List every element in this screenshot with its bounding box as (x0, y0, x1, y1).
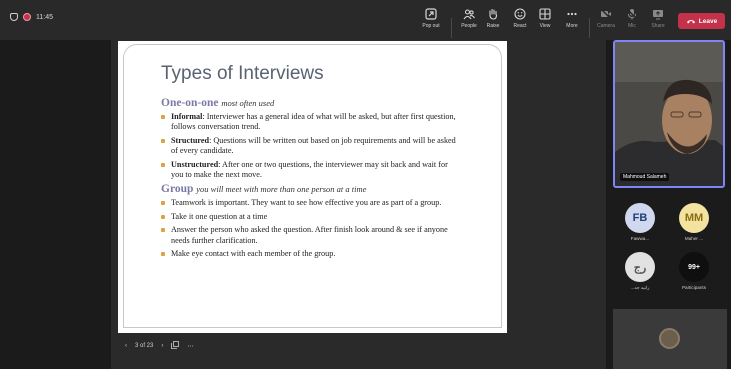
participants-label: Participants (681, 285, 706, 290)
leave-label: Leave (698, 17, 718, 25)
section-subtitle: most often used (221, 98, 275, 108)
leave-button[interactable]: Leave (678, 13, 725, 29)
item-text: : Interviewer has a general idea of what… (171, 112, 456, 132)
raise-hand-icon (489, 8, 498, 20)
list-item: Teamwork is important. They want to see … (161, 198, 461, 208)
self-view-tile[interactable] (613, 309, 727, 369)
more-options-button[interactable]: ⋯ (187, 343, 193, 350)
group-list: Teamwork is important. They want to see … (161, 198, 461, 259)
slide-overview-button[interactable] (171, 341, 180, 351)
smiley-icon (514, 8, 526, 20)
list-item: Make eye contact with each member of the… (161, 249, 461, 259)
pop-out-label: Pop out (422, 23, 440, 29)
participant-name: Maher ... (684, 236, 704, 241)
list-item: Answer the person who asked the question… (161, 225, 461, 246)
participant-tile[interactable]: رج ...رانيه جه (615, 252, 665, 291)
list-item: Take it one question at a time (161, 212, 461, 222)
slide-navigation: ‹ 3 of 23 › ⋯ (125, 341, 193, 351)
phone-hangup-icon (686, 20, 695, 24)
section-title: Group (161, 183, 194, 196)
avatar: رج (625, 252, 655, 282)
section-title: One-on-one (161, 97, 219, 109)
speaker-video-feed (615, 42, 723, 186)
list-item: Informal: Interviewer has a general idea… (161, 112, 461, 133)
list-item: Unstructured: After one or two questions… (161, 160, 461, 181)
item-text: : Questions will be written out based on… (171, 135, 456, 156)
react-label: React (513, 23, 527, 29)
participant-tile[interactable]: MM Maher ... (669, 203, 719, 241)
avatar (659, 328, 680, 349)
copy-icon (171, 341, 180, 349)
slide-title: Types of Interviews (161, 63, 324, 84)
camera-off-icon (600, 8, 612, 20)
previous-slide-button[interactable]: ‹ (125, 343, 127, 349)
raise-label: Raise (486, 23, 500, 29)
more-dots-icon (567, 12, 577, 16)
speaker-name: Mahmoud Salameh (620, 173, 670, 181)
term-informal: Informal (171, 112, 203, 121)
next-slide-button[interactable]: › (161, 343, 163, 349)
more-label: More (566, 23, 578, 29)
slide-body: One-on-one most often used Informal: Int… (161, 96, 461, 259)
camera-label: Camera (597, 23, 615, 29)
meeting-time: 11:45 (36, 13, 53, 21)
avatar: FB (625, 203, 655, 233)
mic-off-icon (627, 9, 637, 20)
term-unstructured: Unstructured (171, 159, 219, 169)
section-subtitle: you will meet with more than one person … (196, 184, 367, 195)
teams-meeting-window: 11:45 Pop out People Raise React View Mo… (0, 0, 731, 369)
share-label: Share (651, 23, 665, 29)
recording-icon (23, 13, 31, 21)
slide-counter: 3 of 23 (135, 343, 154, 349)
people-label: People (461, 23, 477, 29)
section-heading-one-on-one: One-on-one most often used (161, 97, 461, 109)
term-structured: Structured (171, 135, 210, 145)
shared-content-stage: Types of Interviews One-on-one most ofte… (111, 40, 606, 369)
pop-out-icon (425, 8, 437, 20)
meeting-status: 11:45 (10, 13, 53, 21)
pop-out-button[interactable]: Pop out (414, 8, 448, 36)
speaker-video-tile[interactable]: Mahmoud Salameh (613, 40, 725, 188)
presentation-slide: Types of Interviews One-on-one most ofte… (118, 41, 507, 333)
people-icon (463, 9, 475, 20)
participant-name: Fawwa... (630, 236, 650, 241)
section-heading-group: Group you will meet with more than one p… (161, 183, 461, 195)
one-on-one-list: Informal: Interviewer has a general idea… (161, 112, 461, 180)
view-label: View (539, 23, 551, 29)
avatar: MM (679, 203, 709, 233)
participants-overflow-tile[interactable]: 99+ Participants (669, 252, 719, 290)
meeting-toolbar: 11:45 Pop out People Raise React View Mo… (0, 0, 731, 40)
mic-label: Mic (628, 23, 636, 29)
list-item: Structured: Questions will be written ou… (161, 136, 461, 157)
share-button[interactable]: Share (641, 8, 675, 36)
more-button[interactable]: More (555, 8, 589, 36)
grid-view-icon (539, 8, 551, 20)
participant-name: ...رانيه جه (630, 285, 650, 290)
share-screen-icon (653, 10, 663, 20)
participant-tile[interactable]: FB Fawwa... (615, 203, 665, 241)
shield-icon (10, 13, 18, 21)
participant-count-badge: 99+ (679, 252, 709, 282)
